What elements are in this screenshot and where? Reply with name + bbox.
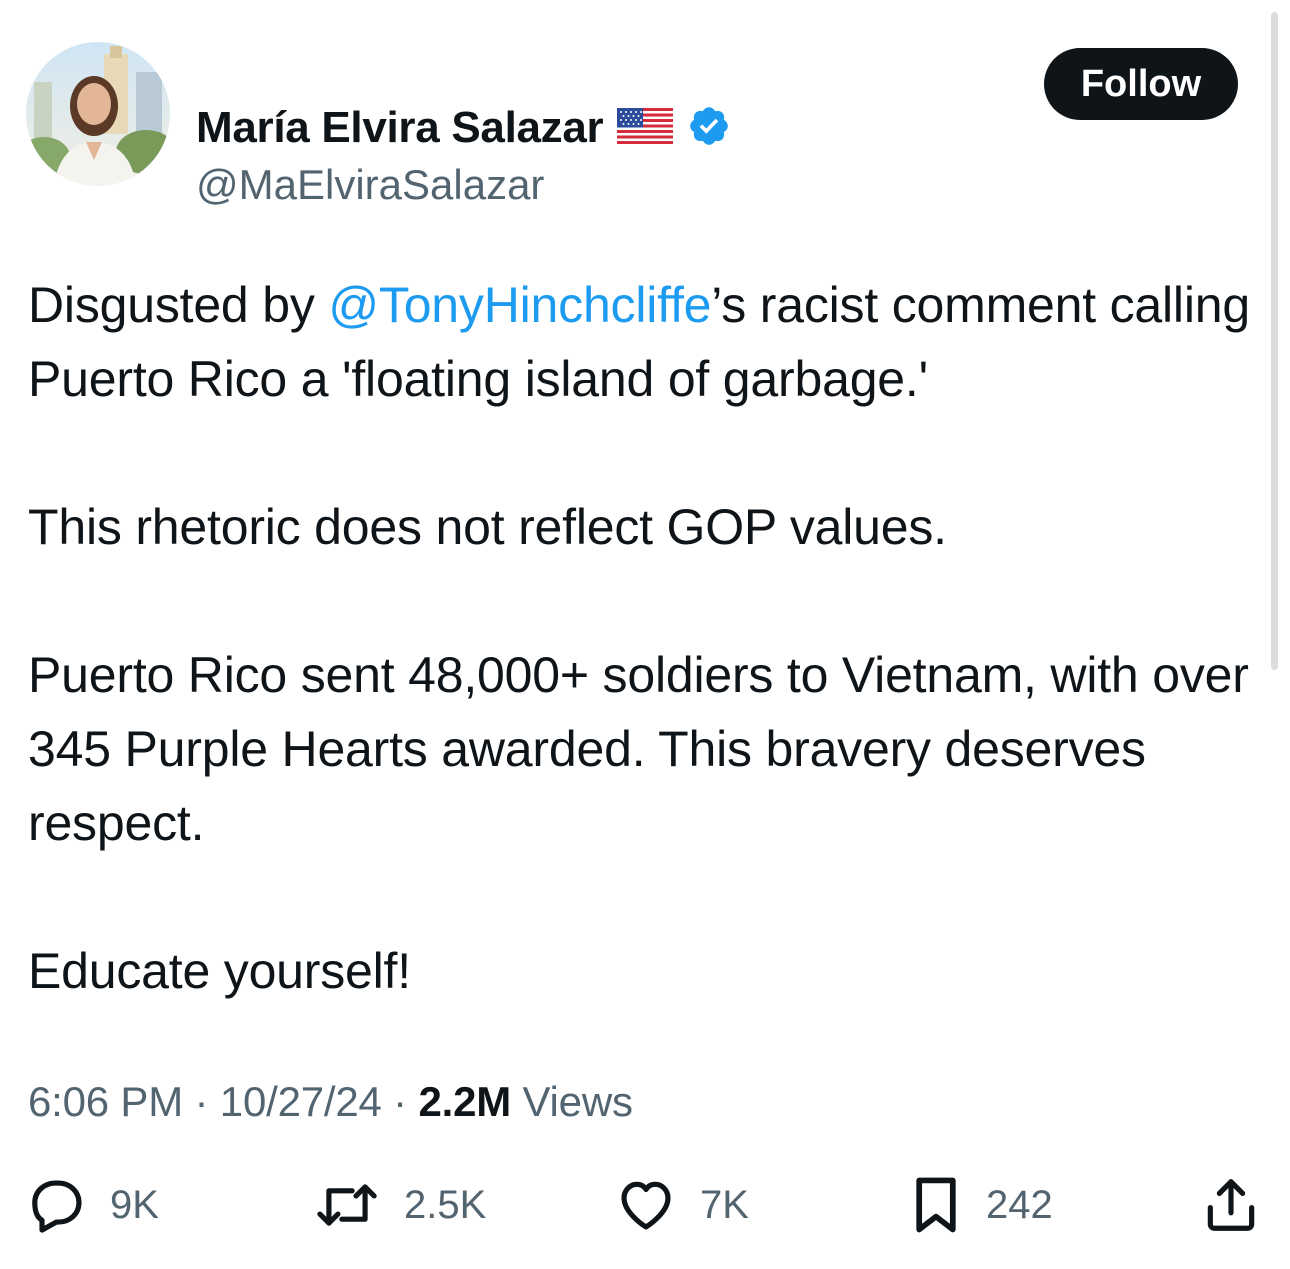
heart-icon bbox=[614, 1174, 678, 1236]
name-row: María Elvira Salazar bbox=[196, 100, 731, 156]
share-button[interactable] bbox=[1200, 1170, 1262, 1240]
views-label: Views bbox=[522, 1078, 633, 1125]
repost-icon bbox=[312, 1174, 382, 1236]
follow-button[interactable]: Follow bbox=[1044, 48, 1238, 120]
verified-badge-icon[interactable] bbox=[687, 104, 731, 153]
bookmark-count: 242 bbox=[986, 1182, 1053, 1227]
reply-count: 9K bbox=[110, 1182, 159, 1227]
repost-button[interactable]: 2.5K bbox=[312, 1170, 486, 1240]
like-count: 7K bbox=[700, 1182, 749, 1227]
reply-icon bbox=[26, 1174, 88, 1236]
tweet-paragraph: Disgusted by @TonyHinchcliffe’s racist c… bbox=[28, 268, 1263, 416]
bookmark-icon bbox=[908, 1174, 964, 1236]
text-segment: Disgusted by bbox=[28, 277, 329, 333]
mention-link[interactable]: @TonyHinchcliffe bbox=[328, 277, 711, 333]
tweet-header: María Elvira Salazar @MaElviraSalazar Fo… bbox=[26, 42, 1246, 208]
reply-button[interactable]: 9K bbox=[26, 1170, 159, 1240]
meta-separator: · bbox=[393, 1078, 407, 1125]
like-button[interactable]: 7K bbox=[614, 1170, 749, 1240]
views-count: 2.2M bbox=[418, 1078, 512, 1125]
tweet-date[interactable]: 10/27/24 bbox=[220, 1078, 382, 1125]
author-name[interactable]: María Elvira Salazar bbox=[196, 106, 604, 150]
author-handle[interactable]: @MaElviraSalazar bbox=[196, 161, 544, 208]
us-flag-icon bbox=[617, 107, 674, 149]
tweet-paragraph: Puerto Rico sent 48,000+ soldiers to Vie… bbox=[28, 647, 1249, 851]
bookmark-button[interactable]: 242 bbox=[908, 1170, 1053, 1240]
tweet-meta: 6:06 PM · 10/27/24 · 2.2M Views bbox=[28, 1072, 633, 1132]
action-bar: 9K 2.5K 7K 242 bbox=[0, 1170, 1290, 1240]
tweet-paragraph: This rhetoric does not reflect GOP value… bbox=[28, 499, 947, 555]
tweet-paragraph: Educate yourself! bbox=[28, 943, 411, 999]
avatar[interactable] bbox=[26, 42, 170, 186]
meta-separator: · bbox=[194, 1078, 209, 1125]
scrollbar[interactable] bbox=[1271, 12, 1278, 670]
tweet-text: Disgusted by @TonyHinchcliffe’s racist c… bbox=[28, 268, 1263, 1008]
share-icon bbox=[1200, 1174, 1262, 1236]
tweet-time[interactable]: 6:06 PM bbox=[28, 1078, 183, 1125]
repost-count: 2.5K bbox=[404, 1182, 487, 1227]
